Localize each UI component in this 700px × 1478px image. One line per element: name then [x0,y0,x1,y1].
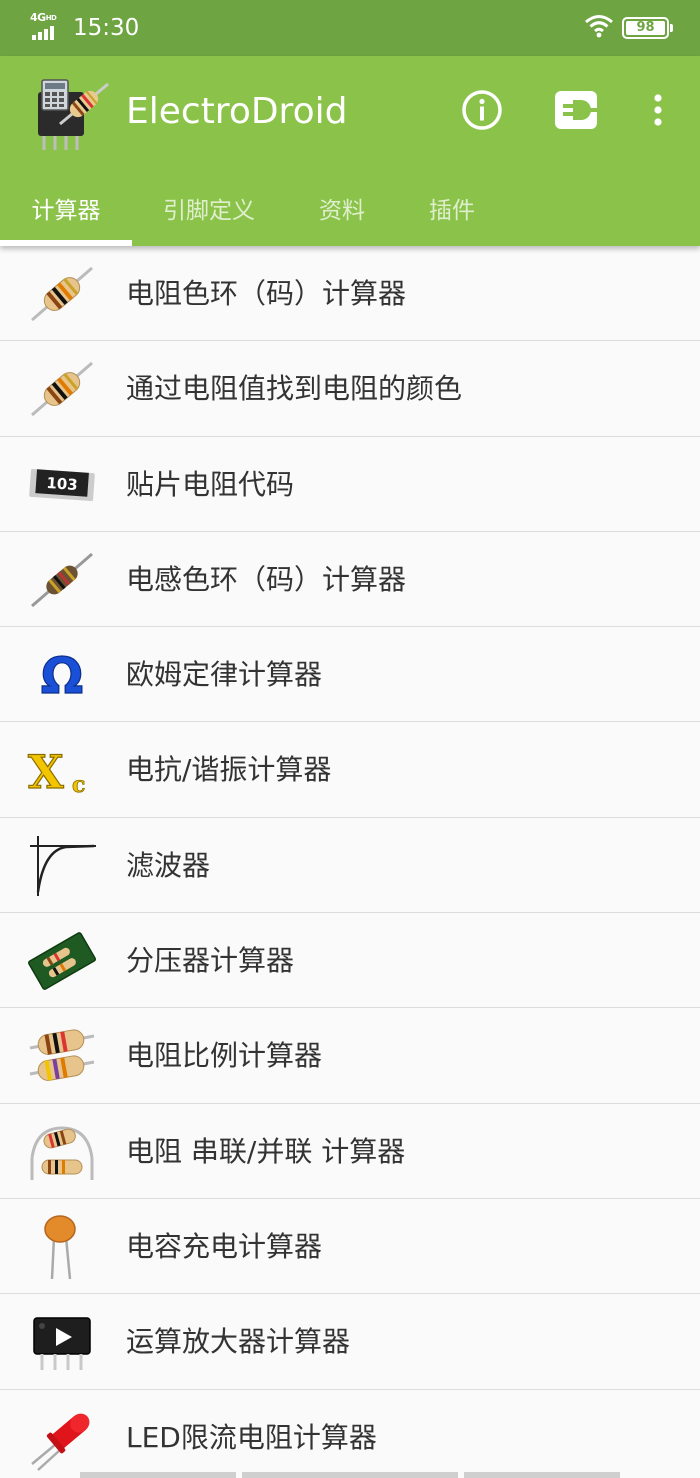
wifi-icon [585,15,613,38]
opamp-icon [33,1317,91,1371]
network-type: 4G [30,11,46,24]
smd-code-text: 103 [46,474,78,494]
list-item[interactable]: Ω 欧姆定律计算器 [0,627,700,723]
list-item-label: 电抗/谐振计算器 [126,753,332,787]
voltage-divider-icon [28,932,96,990]
list-item[interactable]: 运算放大器计算器 [0,1294,700,1390]
list-item-label: 分压器计算器 [126,944,295,978]
app-bar: ElectroDroid 计算器 引脚定义 资料 插件 [0,56,700,246]
led-icon [31,1413,90,1471]
list-item[interactable]: X c 电抗/谐振计算器 [0,722,700,818]
list-item-label: 运算放大器计算器 [126,1325,351,1359]
network-hd: HD [45,14,57,22]
reactance-icon: X c [27,745,85,800]
plugin-button[interactable] [552,86,600,134]
reactance-c: c [72,772,85,798]
list-item[interactable]: 通过电阻值找到电阻的颜色 [0,341,700,437]
list-item[interactable]: LED限流电阻计算器 [0,1389,700,1478]
list-item-label: 电阻色环（码）计算器 [126,277,407,310]
inductor-icon [31,552,93,608]
ohm-symbol: Ω [41,647,84,705]
list-item-label: 滤波器 [126,848,211,882]
info-icon [462,90,502,130]
list-item[interactable]: 103 贴片电阻代码 [0,436,700,532]
list-item[interactable]: 电阻色环（码）计算器 [0,246,700,342]
bottom-scroll-indicator [0,1472,700,1478]
resistor-series-parallel-icon [30,1126,94,1180]
list-item-label: 电容充电计算器 [126,1229,323,1263]
tab-indicator [0,240,132,246]
tab-calculators[interactable]: 计算器 [0,170,132,246]
clock: 15:30 [73,15,140,41]
list-item[interactable]: 电阻比例计算器 [0,1008,700,1104]
app-logo-icon [38,79,109,150]
list-item[interactable]: 滤波器 [0,817,700,914]
app-title: ElectroDroid [126,91,348,132]
list-item-label: 贴片电阻代码 [126,467,295,501]
cellular-signal-icon: 4GHD [30,12,64,40]
plugin-icon [555,91,597,129]
more-options-button[interactable] [636,86,680,134]
info-button[interactable] [458,86,506,134]
capacitor-icon [44,1215,76,1280]
smd-resistor-icon: 103 [29,468,95,501]
tab-plugins[interactable]: 插件 [402,170,502,246]
resistor-icon [31,266,93,322]
tab-pinouts[interactable]: 引脚定义 [146,170,272,246]
filter-curve-icon [30,835,96,896]
battery-level: 98 [636,20,655,35]
more-vert-icon [654,94,662,126]
battery-icon: 98 [622,17,673,39]
ohm-icon: Ω [40,647,84,706]
tab-bar: 计算器 引脚定义 资料 插件 [0,170,700,246]
status-bar: 4GHD 15:30 98 [0,0,700,56]
tab-resources[interactable]: 资料 [292,170,392,246]
resistor-ratio-icon [29,1029,95,1082]
list-item-label: 电阻比例计算器 [126,1039,323,1073]
list-item[interactable]: 电感色环（码）计算器 [0,531,700,628]
resistor-icon [31,362,93,417]
list-item[interactable]: 分压器计算器 [0,913,700,1009]
list-item-label: 电阻 串联/并联 计算器 [126,1134,406,1168]
list-item-label: 欧姆定律计算器 [126,658,323,692]
list-item[interactable]: 电阻 串联/并联 计算器 [0,1103,700,1199]
reactance-x: X [28,745,64,799]
list-item-label: LED限流电阻计算器 [126,1420,377,1454]
list-item-label: 电感色环（码）计算器 [126,562,407,596]
calculator-list: 电阻色环（码）计算器 通过电阻值找到电阻的颜色 103 贴片电阻代码 电感色环（… [0,246,700,1478]
list-item-label: 通过电阻值找到电阻的颜色 [126,372,463,406]
list-item[interactable]: 电容充电计算器 [0,1198,700,1295]
